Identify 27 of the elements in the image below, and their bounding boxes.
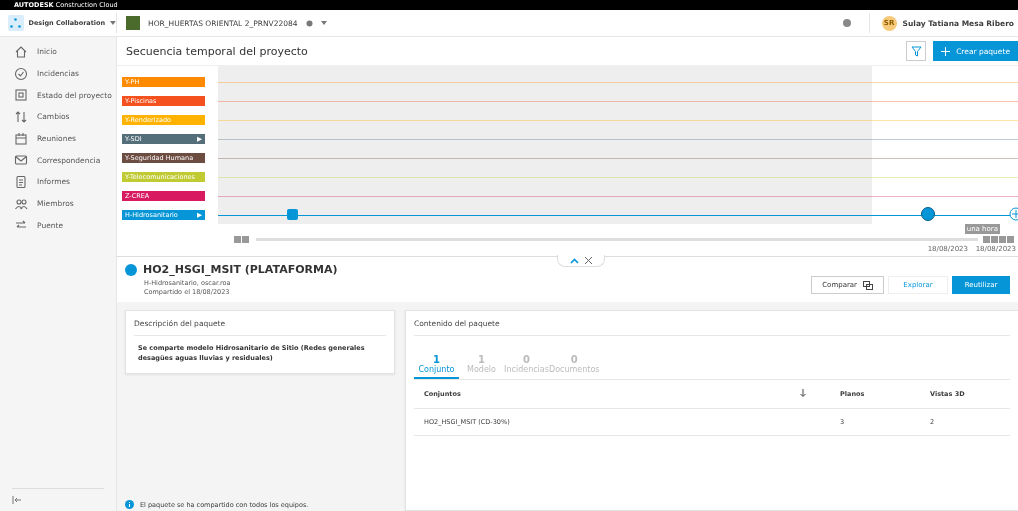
- package-dot-icon: [125, 263, 137, 276]
- selected-package-marker[interactable]: [921, 207, 935, 221]
- page-title: Secuencia temporal del proyecto: [126, 44, 309, 58]
- caret-icon[interactable]: [320, 21, 327, 25]
- time-scrollbar[interactable]: [256, 238, 978, 241]
- sort-down-icon[interactable]: [800, 389, 806, 397]
- content-tab[interactable]: 1 Conjunto: [414, 354, 459, 379]
- compare-icon: [863, 280, 873, 290]
- collapse-icon[interactable]: [570, 257, 579, 264]
- close-icon[interactable]: [585, 257, 592, 264]
- sidebar-icon: [14, 174, 28, 189]
- sidebar-icon: [14, 88, 28, 103]
- sidebar-icon: [14, 44, 28, 59]
- filter-button[interactable]: [906, 41, 927, 61]
- filter-icon: [910, 45, 922, 57]
- collapse-sidebar-icon[interactable]: [12, 496, 22, 504]
- sidebar-icon: [14, 153, 28, 168]
- package-title: HO2_HSGI_MSIT (PLATAFORMA): [143, 263, 338, 276]
- sidebar-icon: [14, 66, 28, 81]
- plus-icon: [941, 46, 951, 56]
- sidebar-icon: [14, 131, 28, 146]
- module-icon[interactable]: [8, 15, 24, 31]
- package-marker[interactable]: [287, 209, 298, 220]
- sidebar-icon: [14, 109, 28, 124]
- caret-icon[interactable]: [110, 21, 116, 25]
- project-thumbnail-icon: [126, 16, 140, 30]
- sidebar-icon: [14, 196, 28, 211]
